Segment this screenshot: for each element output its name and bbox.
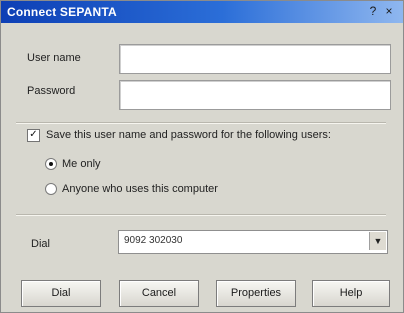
close-icon[interactable]: × bbox=[382, 5, 396, 18]
dial-button[interactable]: Dial bbox=[21, 280, 101, 307]
save-credentials-checkbox[interactable]: ✓ bbox=[27, 129, 40, 142]
title-bar: Connect SEPANTA ? × bbox=[1, 1, 403, 23]
username-label: User name bbox=[27, 52, 81, 64]
help-icon[interactable]: ? bbox=[366, 5, 380, 18]
dial-label: Dial bbox=[31, 238, 50, 250]
divider bbox=[16, 214, 386, 216]
dial-number-select[interactable]: 9092 302030 ▼ bbox=[118, 230, 388, 254]
password-input[interactable] bbox=[119, 80, 391, 110]
dial-number-value: 9092 302030 bbox=[124, 235, 183, 246]
anyone-radio[interactable] bbox=[45, 183, 57, 195]
radio-selected-dot bbox=[49, 162, 53, 166]
me-only-radio[interactable] bbox=[45, 158, 57, 170]
connect-dialog: Connect SEPANTA ? × User name Password ✓… bbox=[0, 0, 404, 313]
me-only-label: Me only bbox=[62, 158, 101, 170]
chevron-down-icon[interactable]: ▼ bbox=[369, 232, 386, 250]
divider bbox=[16, 122, 386, 124]
username-input[interactable] bbox=[119, 44, 391, 74]
window-title: Connect SEPANTA bbox=[7, 5, 117, 19]
help-button[interactable]: Help bbox=[312, 280, 390, 307]
properties-button[interactable]: Properties bbox=[216, 280, 296, 307]
save-credentials-label: Save this user name and password for the… bbox=[46, 129, 331, 141]
anyone-label: Anyone who uses this computer bbox=[62, 183, 218, 195]
password-label: Password bbox=[27, 85, 76, 97]
cancel-button[interactable]: Cancel bbox=[119, 280, 199, 307]
